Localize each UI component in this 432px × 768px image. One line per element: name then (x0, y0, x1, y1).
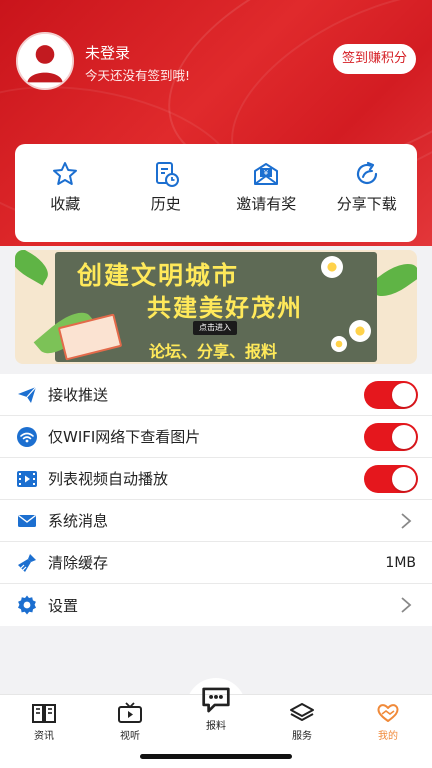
banner-line1: 创建文明城市 (77, 261, 240, 290)
banner-line3: 论坛、分享、报料 (149, 342, 278, 361)
news-icon (32, 704, 56, 723)
tab-media[interactable]: 视听 (100, 701, 160, 742)
push-toggle[interactable] (364, 380, 418, 409)
settings-row-cache[interactable]: 清除缓存 1MB (0, 542, 432, 584)
chevron-right-icon (401, 512, 412, 529)
settings-row-label: 列表视频自动播放 (48, 470, 169, 488)
cache-size: 1MB (385, 554, 416, 571)
invite-icon: ¥ (254, 163, 279, 185)
tab-label: 我的 (378, 731, 398, 742)
tab-news[interactable]: 资讯 (14, 701, 74, 742)
history-icon (155, 162, 179, 187)
quick-item-label: 邀请有奖 (236, 195, 297, 213)
quick-item-history[interactable]: 历史 (116, 144, 217, 242)
heart-hands-icon (377, 704, 399, 722)
flower-decoration (321, 256, 343, 278)
quick-actions-card: 收藏 历史 ¥ 邀请有奖 分享下载 (15, 144, 417, 242)
star-icon (53, 162, 78, 185)
quick-item-favorites[interactable]: 收藏 (15, 144, 116, 242)
share-icon (356, 161, 377, 185)
settings-list: 接收推送 仅WIFI网络下查看图片 列表视频自动播放 系统消息 清除缓存 1MB… (0, 374, 432, 626)
settings-row-push: 接收推送 (0, 374, 432, 416)
tab-label: 服务 (292, 731, 312, 742)
svg-text:¥: ¥ (264, 169, 269, 177)
tv-icon (118, 702, 142, 723)
banner-enter-button[interactable]: 点击进入 (193, 321, 237, 335)
signin-button[interactable]: 签到赚积分 (332, 44, 416, 74)
settings-row-messages[interactable]: 系统消息 (0, 500, 432, 542)
tab-me[interactable]: 我的 (358, 701, 418, 742)
tab-services[interactable]: 服务 (272, 701, 332, 742)
settings-row-label: 接收推送 (48, 386, 109, 404)
leaf-decoration (15, 250, 54, 286)
banner-line2: 共建美好茂州 (147, 294, 303, 322)
settings-row-wifi: 仅WIFI网络下查看图片 (0, 416, 432, 458)
quick-item-label: 分享下载 (336, 195, 397, 213)
settings-row-autoplay: 列表视频自动播放 (0, 458, 432, 500)
gear-icon (16, 594, 38, 616)
paper-plane-icon (16, 384, 38, 406)
settings-row-label: 清除缓存 (48, 554, 109, 572)
chevron-right-icon (401, 597, 412, 613)
home-indicator (140, 754, 292, 759)
quick-item-label: 收藏 (50, 195, 81, 213)
tab-report[interactable]: 报料 (186, 685, 246, 732)
layers-icon (290, 703, 314, 721)
settings-row-label: 系统消息 (48, 512, 109, 530)
settings-row-label: 设置 (48, 596, 79, 615)
chat-icon (202, 687, 230, 713)
tab-label: 视听 (120, 731, 140, 742)
quick-item-label: 历史 (150, 195, 181, 213)
user-name[interactable]: 未登录 (85, 42, 130, 63)
tab-label: 报料 (206, 721, 226, 732)
promo-banner[interactable]: 创建文明城市 共建美好茂州 点击进入 论坛、分享、报料 (15, 250, 417, 364)
wifi-images-toggle[interactable] (364, 422, 418, 451)
avatar[interactable] (16, 32, 74, 90)
settings-row-label: 仅WIFI网络下查看图片 (48, 428, 201, 446)
signin-hint: 今天还没有签到哦! (85, 68, 191, 83)
tab-label: 资讯 (34, 731, 54, 742)
autoplay-toggle[interactable] (364, 464, 418, 493)
video-icon (16, 468, 38, 490)
settings-row-settings[interactable]: 设置 (0, 584, 432, 626)
wifi-icon (16, 426, 38, 448)
flower-decoration (331, 336, 347, 352)
mail-icon (16, 510, 38, 532)
broom-icon (16, 552, 38, 574)
quick-item-invite[interactable]: ¥ 邀请有奖 (216, 144, 317, 242)
quick-item-share[interactable]: 分享下载 (317, 144, 418, 242)
flower-decoration (349, 320, 371, 342)
